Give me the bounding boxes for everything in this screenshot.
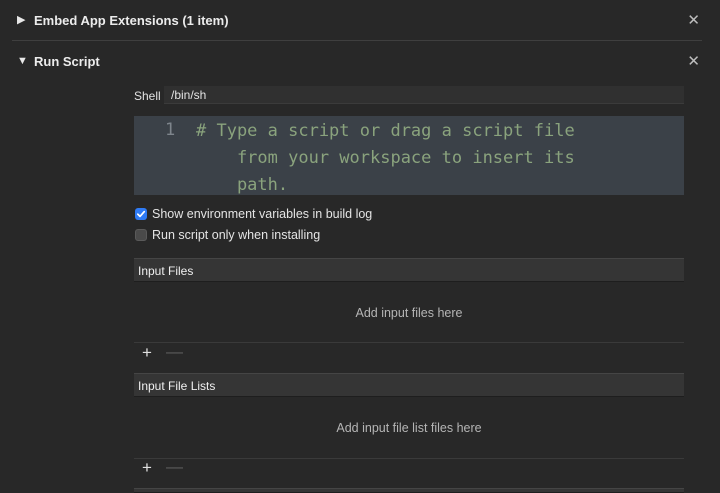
input-file-lists-placeholder: Add input file list files here: [336, 421, 482, 435]
shell-input[interactable]: /bin/sh: [164, 86, 684, 104]
checkbox-unchecked-icon[interactable]: [135, 229, 147, 241]
script-editor[interactable]: 1 # Type a script or drag a script file …: [134, 116, 684, 195]
input-file-lists-header: Input File Lists: [134, 373, 684, 397]
shell-label: Shell: [134, 89, 161, 103]
remove-input-file-list-button[interactable]: —: [166, 458, 183, 475]
run-when-installing-label: Run script only when installing: [152, 228, 321, 242]
remove-input-file-button[interactable]: —: [166, 343, 183, 360]
show-env-vars-label: Show environment variables in build log: [152, 207, 373, 221]
line-number: 1: [165, 120, 176, 140]
close-icon[interactable]: ✕: [687, 13, 700, 28]
input-files-placeholder: Add input files here: [355, 306, 463, 320]
checkbox-checked-icon[interactable]: [135, 208, 147, 220]
run-when-installing-option[interactable]: Run script only when installing: [135, 228, 320, 242]
phase-title: Embed App Extensions (1 item): [34, 12, 229, 28]
divider: [134, 458, 684, 459]
input-files-header: Input Files: [134, 258, 684, 282]
close-icon[interactable]: ✕: [687, 54, 700, 69]
embed-app-extensions-header[interactable]: ▶ Embed App Extensions (1 item) ✕: [0, 0, 720, 40]
add-input-file-button[interactable]: +: [142, 344, 152, 361]
script-placeholder: # Type a script or drag a script file fr…: [196, 121, 575, 195]
run-script-header[interactable]: ▼ Run Script ✕: [0, 41, 720, 81]
build-phases-panel: ▶ Embed App Extensions (1 item) ✕ ▼ Run …: [0, 0, 720, 493]
phase-title: Run Script: [34, 53, 100, 69]
show-env-vars-option[interactable]: Show environment variables in build log: [135, 207, 372, 221]
disclosure-expanded-icon[interactable]: ▼: [17, 55, 28, 67]
add-input-file-list-button[interactable]: +: [142, 459, 152, 476]
output-files-header: [134, 488, 684, 493]
disclosure-collapsed-icon[interactable]: ▶: [17, 14, 25, 26]
divider: [134, 342, 684, 343]
